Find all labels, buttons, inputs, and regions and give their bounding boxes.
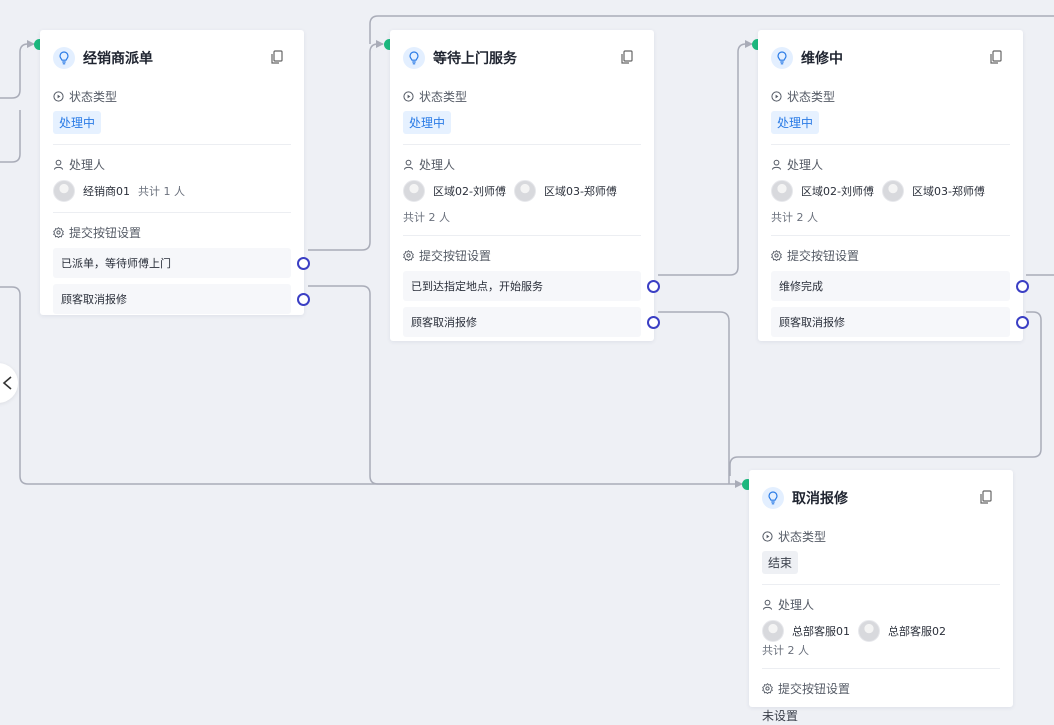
bulb-icon (403, 47, 425, 69)
user-icon (762, 599, 773, 610)
output-port[interactable] (297, 293, 310, 306)
divider (53, 212, 291, 213)
output-port[interactable] (1016, 316, 1029, 329)
flow-node-cancel-repair[interactable]: 取消报修 状态类型 结束 处理人 总部客服01 总部客服02 共计 2 人 提交… (749, 470, 1013, 723)
avatar (513, 180, 536, 202)
submit-button-option[interactable]: 已到达指定地点，开始服务 (403, 271, 660, 301)
node-title: 等待上门服务 (433, 51, 517, 67)
node-title: 经销商派单 (83, 51, 153, 67)
play-circle-icon (762, 530, 773, 542)
divider (771, 144, 1010, 145)
output-port[interactable] (647, 280, 660, 293)
output-port[interactable] (647, 316, 660, 329)
submit-button-option[interactable]: 顾客取消报修 (403, 307, 660, 337)
submit-button-settings-label: 提交按钮设置 (771, 245, 1010, 265)
divider (403, 235, 641, 236)
bulb-icon (771, 47, 793, 69)
handler-item: 总部客服02 (858, 620, 946, 642)
status-badge: 处理中 (403, 111, 452, 134)
submit-button-option[interactable]: 已派单，等待师傅上门 (53, 248, 310, 278)
gear-icon (771, 249, 782, 261)
handler-label: 处理人 (762, 594, 1000, 614)
gear-icon (53, 226, 64, 238)
status-badge: 结束 (762, 551, 799, 574)
play-circle-icon (53, 90, 64, 102)
user-icon (771, 159, 782, 170)
output-port[interactable] (297, 257, 310, 270)
collapse-panel-button[interactable] (0, 363, 18, 403)
handler-total: 共计 2 人 (771, 211, 818, 224)
status-type-label: 状态类型 (762, 526, 1000, 546)
play-circle-icon (771, 90, 782, 102)
handler-item: 总部客服01 (762, 620, 850, 642)
copy-icon[interactable] (271, 50, 283, 64)
handler-item: 区域03-郑师傅 (513, 180, 617, 202)
handler-item: 区域02-刘师傅 (403, 180, 506, 202)
avatar (771, 180, 793, 202)
gear-icon (403, 249, 414, 261)
avatar (762, 620, 784, 642)
output-port[interactable] (1016, 280, 1029, 293)
submit-settings-value: 未设置 (762, 709, 799, 723)
handler-item: 区域03-郑师傅 (881, 180, 985, 202)
status-type-label: 状态类型 (771, 86, 1010, 106)
avatar (403, 180, 425, 202)
chevron-left-icon (2, 376, 12, 390)
divider (403, 144, 641, 145)
handler-item: 区域02-刘师傅 (771, 180, 874, 202)
copy-icon[interactable] (990, 50, 1002, 64)
copy-icon[interactable] (980, 490, 992, 504)
handler-label: 处理人 (403, 154, 641, 174)
avatar (881, 180, 904, 202)
handler-total: 共计 2 人 (403, 211, 450, 224)
divider (53, 144, 291, 145)
handler-label: 处理人 (53, 154, 291, 174)
submit-button-settings-label: 提交按钮设置 (53, 222, 291, 242)
node-title: 取消报修 (792, 491, 848, 507)
divider (762, 584, 1000, 585)
status-badge: 处理中 (53, 111, 102, 134)
submit-button-option[interactable]: 顾客取消报修 (53, 284, 310, 314)
user-icon (53, 159, 64, 170)
divider (771, 235, 1010, 236)
flow-node-repairing[interactable]: 维修中 状态类型 处理中 处理人 区域02-刘师傅 区域03-郑师傅 共计 2 … (758, 30, 1029, 341)
status-type-label: 状态类型 (403, 86, 641, 106)
node-title: 维修中 (801, 51, 843, 67)
status-badge: 处理中 (771, 111, 820, 134)
copy-icon[interactable] (621, 50, 633, 64)
submit-button-option[interactable]: 维修完成 (771, 271, 1029, 301)
user-icon (403, 159, 414, 170)
handler-label: 处理人 (771, 154, 1010, 174)
handler-total: 共计 1 人 (138, 185, 185, 198)
play-circle-icon (403, 90, 414, 102)
handler-item: 经销商01 (53, 180, 130, 202)
gear-icon (762, 682, 773, 694)
submit-button-settings-label: 提交按钮设置 (762, 678, 1000, 698)
avatar (858, 620, 880, 642)
handler-total: 共计 2 人 (762, 644, 809, 657)
submit-button-option[interactable]: 顾客取消报修 (771, 307, 1029, 337)
divider (762, 668, 1000, 669)
avatar (53, 180, 75, 202)
status-type-label: 状态类型 (53, 86, 291, 106)
flow-node-waiting-service[interactable]: 等待上门服务 状态类型 处理中 处理人 区域02-刘师傅 区域03-郑师傅 共计… (390, 30, 660, 341)
flow-node-dealer-dispatch[interactable]: 经销商派单 状态类型 处理中 处理人 经销商01 共计 1 人 提交按钮设置 已… (40, 30, 310, 315)
bulb-icon (53, 47, 75, 69)
submit-button-settings-label: 提交按钮设置 (403, 245, 641, 265)
bulb-icon (762, 487, 784, 509)
